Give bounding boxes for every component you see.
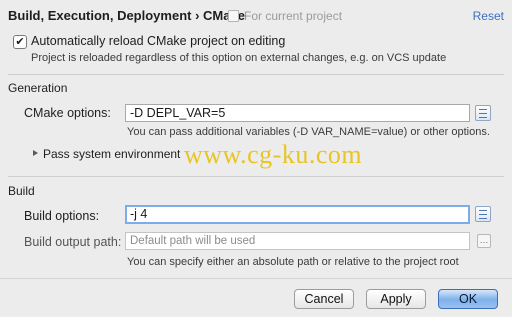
scope-file-icon	[228, 10, 239, 22]
build-section-title: Build	[8, 184, 35, 198]
apply-button[interactable]: Apply	[366, 289, 426, 309]
disclosure-triangle-icon[interactable]	[33, 150, 38, 156]
expand-list-icon[interactable]	[475, 206, 491, 222]
browse-ellipsis-icon[interactable]: …	[477, 234, 491, 248]
scope-label: For current project	[244, 9, 343, 23]
pass-environment-toggle[interactable]: Pass system environment	[43, 147, 180, 161]
watermark: www.cg-ku.com	[184, 140, 363, 169]
build-options-label: Build options:	[24, 209, 100, 223]
cmake-options-input[interactable]: -D DEPL_VAR=5	[125, 104, 470, 122]
build-options-input[interactable]: -j 4	[125, 205, 470, 224]
cmake-options-label: CMake options:	[24, 106, 111, 120]
auto-reload-label: Automatically reload CMake project on ed…	[31, 34, 286, 48]
generation-section-title: Generation	[8, 81, 68, 95]
footer-divider	[0, 278, 512, 279]
build-output-path-input[interactable]: Default path will be used	[125, 232, 470, 250]
auto-reload-checkbox[interactable]: ✔	[13, 35, 27, 49]
build-output-path-hint: You can specify either an absolute path …	[127, 256, 459, 268]
cancel-button[interactable]: Cancel	[294, 289, 354, 309]
expand-list-icon[interactable]	[475, 105, 491, 121]
auto-reload-hint: Project is reloaded regardless of this o…	[31, 52, 447, 64]
scope-indicator: For current project	[228, 9, 342, 23]
reset-link[interactable]: Reset	[473, 9, 504, 23]
page-title: Build, Execution, Deployment › CMake	[8, 8, 245, 23]
ok-button[interactable]: OK	[438, 289, 498, 309]
section-divider	[8, 74, 504, 75]
cmake-options-hint: You can pass additional variables (-D VA…	[127, 126, 490, 138]
section-divider	[8, 176, 504, 177]
build-output-path-label: Build output path:	[24, 235, 122, 249]
checkmark-icon: ✔	[15, 35, 25, 48]
